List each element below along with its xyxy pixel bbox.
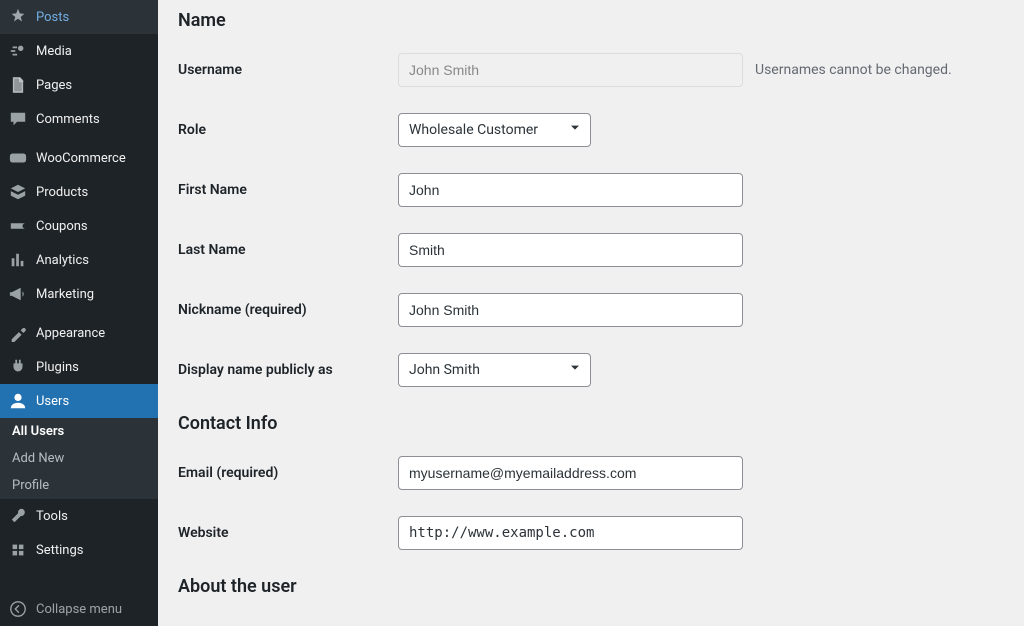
- row-role: Role Wholesale Customer: [178, 113, 1004, 147]
- row-display-name: Display name publicly as John Smith: [178, 353, 1004, 387]
- control-website: [398, 516, 743, 550]
- admin-sidebar: Posts Media Pages Comments WooCo: [0, 0, 158, 626]
- last-name-input[interactable]: [398, 233, 743, 267]
- label-email-req: (required): [216, 465, 278, 481]
- label-username: Username: [178, 62, 398, 78]
- tools-icon: [8, 507, 28, 525]
- nav-label: Media: [36, 44, 72, 59]
- nav-label: Users: [36, 394, 69, 409]
- section-about-heading: About the user: [178, 576, 1004, 597]
- nav-analytics[interactable]: Analytics: [0, 243, 158, 277]
- row-last-name: Last Name: [178, 233, 1004, 267]
- section-contact-heading: Contact Info: [178, 413, 1004, 434]
- nav-tools[interactable]: Tools: [0, 499, 158, 533]
- nav-label: Marketing: [36, 287, 94, 302]
- nav-media[interactable]: Media: [0, 34, 158, 68]
- nav-woocommerce[interactable]: WooCommerce: [0, 141, 158, 175]
- label-last-name: Last Name: [178, 242, 398, 258]
- row-first-name: First Name: [178, 173, 1004, 207]
- nav-label: Analytics: [36, 253, 89, 268]
- nav-coupons[interactable]: Coupons: [0, 209, 158, 243]
- nav-marketing[interactable]: Marketing: [0, 277, 158, 311]
- control-username: [398, 53, 743, 87]
- nav-comments[interactable]: Comments: [0, 102, 158, 136]
- nav-products[interactable]: Products: [0, 175, 158, 209]
- nav-posts[interactable]: Posts: [0, 0, 158, 34]
- users-icon: [8, 392, 28, 410]
- nickname-input[interactable]: [398, 293, 743, 327]
- woo-icon: [8, 149, 28, 167]
- control-last-name: [398, 233, 743, 267]
- role-select-value: Wholesale Customer: [409, 122, 538, 138]
- plugins-icon: [8, 358, 28, 376]
- label-nickname: Nickname (required): [178, 302, 398, 318]
- nav-label: Comments: [36, 112, 100, 127]
- marketing-icon: [8, 285, 28, 303]
- appearance-icon: [8, 324, 28, 342]
- username-note: Usernames cannot be changed.: [755, 62, 952, 78]
- collapse-menu[interactable]: Collapse menu: [0, 592, 158, 626]
- submenu-add-new[interactable]: Add New: [0, 445, 158, 472]
- submenu-profile[interactable]: Profile: [0, 472, 158, 499]
- label-display-name: Display name publicly as: [178, 362, 398, 378]
- comments-icon: [8, 110, 28, 128]
- nav-label: Products: [36, 185, 88, 200]
- nav-users[interactable]: Users: [0, 384, 158, 418]
- label-first-name: First Name: [178, 182, 398, 198]
- website-input[interactable]: [398, 516, 743, 550]
- control-nickname: [398, 293, 743, 327]
- role-select-wrap: Wholesale Customer: [398, 113, 591, 147]
- label-email-text: Email: [178, 465, 213, 481]
- nav-pages[interactable]: Pages: [0, 68, 158, 102]
- role-select[interactable]: Wholesale Customer: [398, 113, 591, 147]
- display-name-select[interactable]: John Smith: [398, 353, 591, 387]
- main-content: Name Username Usernames cannot be change…: [158, 0, 1024, 626]
- nav-plugins[interactable]: Plugins: [0, 350, 158, 384]
- username-input: [398, 53, 743, 87]
- analytics-icon: [8, 251, 28, 269]
- pin-icon: [8, 8, 28, 26]
- row-username: Username Usernames cannot be changed.: [178, 53, 1004, 87]
- nav-label: Pages: [36, 78, 72, 93]
- pages-icon: [8, 76, 28, 94]
- products-icon: [8, 183, 28, 201]
- label-role: Role: [178, 122, 398, 138]
- nav-label: WooCommerce: [36, 151, 126, 166]
- nav-appearance[interactable]: Appearance: [0, 316, 158, 350]
- users-submenu: All Users Add New Profile: [0, 418, 158, 499]
- label-nickname-req: (required): [245, 302, 307, 318]
- submenu-all-users[interactable]: All Users: [0, 418, 158, 445]
- label-nickname-text: Nickname: [178, 302, 241, 318]
- section-name-heading: Name: [178, 10, 1004, 31]
- nav-label: Tools: [36, 509, 68, 524]
- app-root: Posts Media Pages Comments WooCo: [0, 0, 1024, 626]
- label-website: Website: [178, 525, 398, 541]
- first-name-input[interactable]: [398, 173, 743, 207]
- display-name-value: John Smith: [409, 362, 480, 378]
- row-email: Email (required): [178, 456, 1004, 490]
- collapse-icon: [8, 600, 28, 618]
- nav-label: Plugins: [36, 360, 79, 375]
- control-first-name: [398, 173, 743, 207]
- display-name-select-wrap: John Smith: [398, 353, 591, 387]
- nav-label: Coupons: [36, 219, 88, 234]
- media-icon: [8, 42, 28, 60]
- label-email: Email (required): [178, 465, 398, 481]
- coupons-icon: [8, 217, 28, 235]
- row-website: Website: [178, 516, 1004, 550]
- nav-label: Appearance: [36, 326, 105, 341]
- settings-icon: [8, 541, 28, 559]
- row-nickname: Nickname (required): [178, 293, 1004, 327]
- nav-label: Posts: [36, 10, 69, 25]
- nav-label: Settings: [36, 543, 83, 558]
- control-email: [398, 456, 743, 490]
- email-input[interactable]: [398, 456, 743, 490]
- collapse-label: Collapse menu: [36, 602, 122, 617]
- nav-settings[interactable]: Settings: [0, 533, 158, 567]
